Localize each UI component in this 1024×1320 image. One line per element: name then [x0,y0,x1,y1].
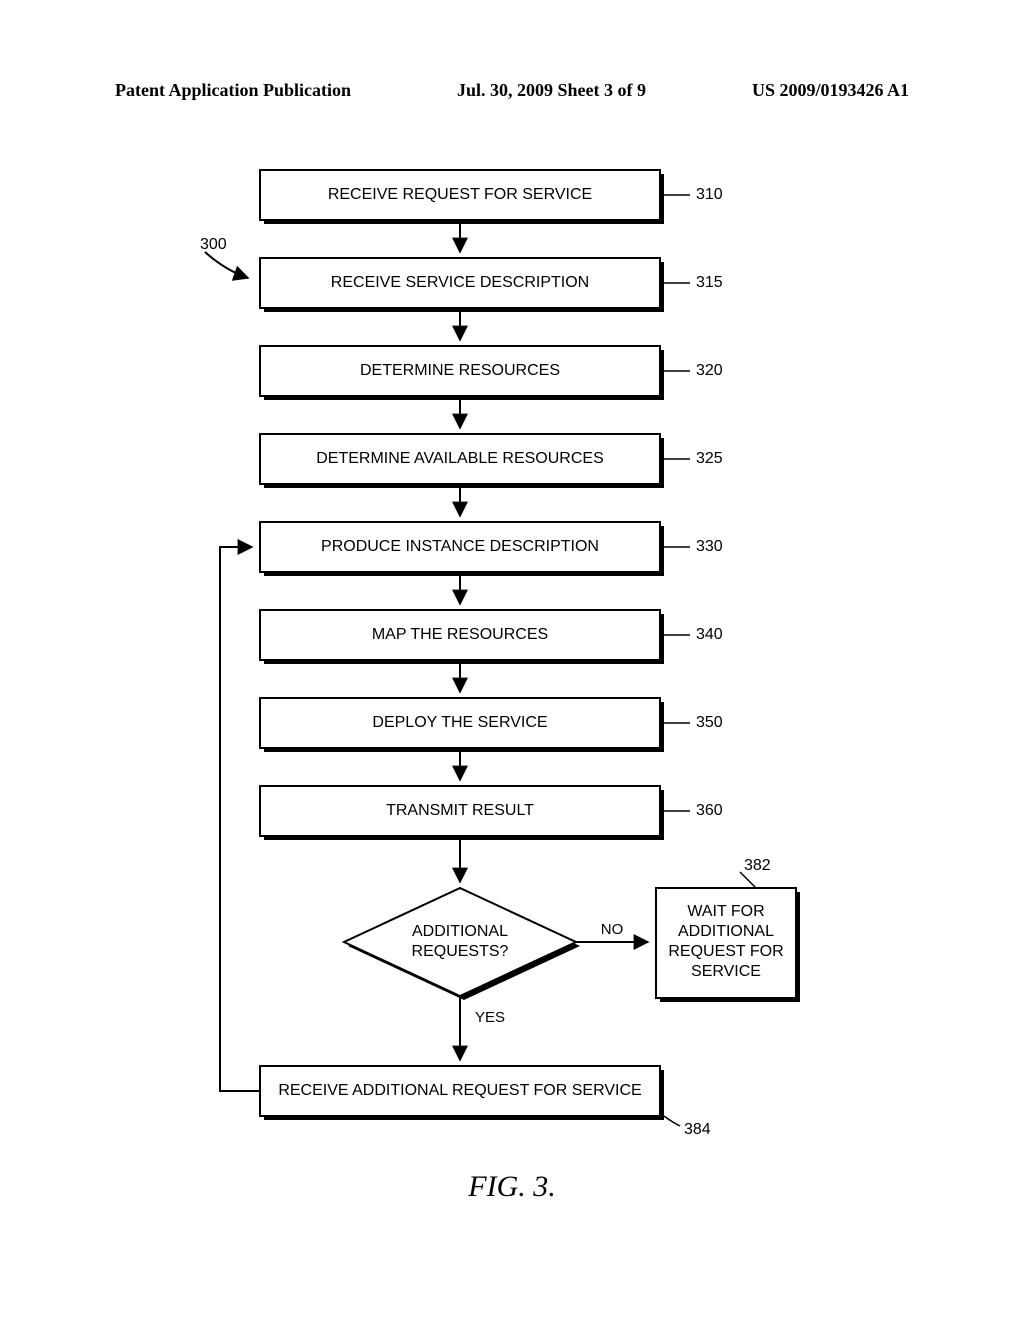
decision-additional-requests: ADDITIONAL REQUESTS? [344,888,580,1000]
ref-300: 300 [200,236,227,253]
page-header: Patent Application Publication Jul. 30, … [115,80,909,101]
ref-384: 384 [684,1121,711,1138]
label-yes: YES [475,1009,505,1026]
box-340: MAP THE RESOURCES [260,610,664,664]
svg-text:RECEIVE SERVICE DESCRIPTION: RECEIVE SERVICE DESCRIPTION [331,274,589,291]
ref-360: 360 [696,802,723,819]
svg-text:RECEIVE REQUEST FOR SERVICE: RECEIVE REQUEST FOR SERVICE [328,186,592,203]
svg-text:ADDITIONAL: ADDITIONAL [678,923,774,940]
tick-382 [740,872,756,888]
svg-text:WAIT FOR: WAIT FOR [687,903,764,920]
box-310: RECEIVE REQUEST FOR SERVICE [260,170,664,224]
ref-325: 325 [696,450,723,467]
svg-text:DETERMINE RESOURCES: DETERMINE RESOURCES [360,362,560,379]
box-350: DEPLOY THE SERVICE [260,698,664,752]
svg-text:TRANSMIT RESULT: TRANSMIT RESULT [386,802,534,819]
label-no: NO [601,921,624,938]
ref-320: 320 [696,362,723,379]
box-330: PRODUCE INSTANCE DESCRIPTION [260,522,664,576]
ref-382: 382 [744,857,771,874]
svg-text:DEPLOY THE SERVICE: DEPLOY THE SERVICE [372,714,547,731]
header-center: Jul. 30, 2009 Sheet 3 of 9 [457,80,646,101]
box-320: DETERMINE RESOURCES [260,346,664,400]
ref-310: 310 [696,186,723,203]
svg-text:PRODUCE INSTANCE DESCRIPTION: PRODUCE INSTANCE DESCRIPTION [321,538,599,555]
page: Patent Application Publication Jul. 30, … [0,0,1024,1320]
svg-text:ADDITIONAL: ADDITIONAL [412,923,508,940]
leader-300 [205,252,248,278]
arrow-loopback-384-330 [220,547,260,1091]
svg-text:REQUEST FOR: REQUEST FOR [668,943,783,960]
box-315: RECEIVE SERVICE DESCRIPTION [260,258,664,312]
tick-384 [664,1116,680,1126]
ref-330: 330 [696,538,723,555]
header-right: US 2009/0193426 A1 [752,80,909,101]
ref-315: 315 [696,274,723,291]
svg-text:MAP THE RESOURCES: MAP THE RESOURCES [372,626,548,643]
svg-text:REQUESTS?: REQUESTS? [412,943,509,960]
svg-text:RECEIVE ADDITIONAL REQUEST FOR: RECEIVE ADDITIONAL REQUEST FOR SERVICE [278,1082,641,1099]
box-360: TRANSMIT RESULT [260,786,664,840]
ref-350: 350 [696,714,723,731]
svg-text:SERVICE: SERVICE [691,963,761,980]
box-382: WAIT FOR ADDITIONAL REQUEST FOR SERVICE [656,888,800,1002]
box-384: RECEIVE ADDITIONAL REQUEST FOR SERVICE [260,1066,664,1120]
header-left: Patent Application Publication [115,80,351,101]
box-325: DETERMINE AVAILABLE RESOURCES [260,434,664,488]
svg-text:DETERMINE AVAILABLE RESOURCES: DETERMINE AVAILABLE RESOURCES [316,450,603,467]
figure-caption: FIG. 3. [0,1170,1024,1204]
flowchart: 300 RECEIVE REQUEST FOR SERVICE 310 RECE… [0,130,1024,1260]
ref-340: 340 [696,626,723,643]
